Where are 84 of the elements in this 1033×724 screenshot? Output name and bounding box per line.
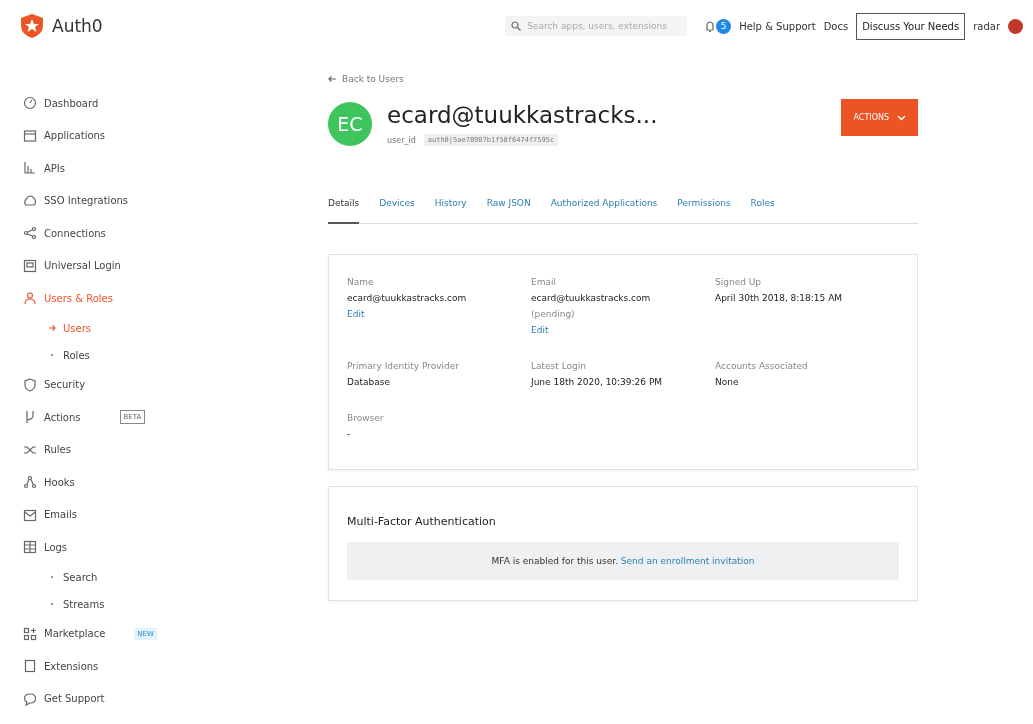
chart-icon bbox=[23, 161, 37, 176]
field-label: Primary Identity Provider bbox=[347, 361, 461, 371]
edit-link[interactable]: Edit bbox=[347, 309, 531, 319]
discuss-button[interactable]: Discuss Your Needs bbox=[856, 12, 966, 40]
field-note: (pending) bbox=[531, 309, 576, 319]
chevron-down-icon bbox=[897, 114, 906, 121]
tab[interactable]: Roles bbox=[750, 198, 775, 223]
sidebar-item[interactable]: Users & Roles bbox=[23, 282, 278, 315]
tab[interactable]: Permissions bbox=[677, 198, 731, 223]
user-id-label: user_id bbox=[387, 135, 416, 145]
dot-icon bbox=[48, 600, 56, 608]
header-link[interactable]: Docs bbox=[823, 20, 849, 32]
grid-icon bbox=[23, 626, 37, 641]
sidebar-item[interactable]: Logs bbox=[23, 531, 278, 564]
field-value: - bbox=[347, 429, 352, 439]
edit-link[interactable]: Edit bbox=[531, 325, 715, 335]
sidebar-item[interactable]: Get Support bbox=[23, 682, 278, 715]
field-label: Latest Login bbox=[531, 361, 587, 371]
dot-icon bbox=[48, 573, 56, 581]
arrow-icon bbox=[48, 324, 56, 332]
actions-label: ACTIONS bbox=[853, 113, 889, 122]
header-link[interactable]: Help & Support bbox=[739, 20, 816, 32]
cloud-icon bbox=[23, 193, 37, 208]
back-arrow-icon bbox=[328, 75, 337, 83]
tab[interactable]: Raw JSON bbox=[486, 198, 531, 223]
sidebar-item[interactable]: Applications bbox=[23, 119, 278, 152]
field-label: Email bbox=[531, 277, 557, 287]
sidebar-item[interactable]: Universal Login bbox=[23, 249, 278, 282]
nodes-icon bbox=[23, 475, 37, 490]
field-value: Database bbox=[347, 377, 391, 387]
sidebar-subitem[interactable]: Users bbox=[23, 314, 278, 342]
shield-icon bbox=[23, 377, 37, 392]
list-icon bbox=[23, 540, 37, 555]
tab[interactable]: History bbox=[434, 198, 467, 223]
field-value: ecard@tuukkastracks.com bbox=[347, 293, 468, 303]
search-field[interactable]: Search apps, users, extensions bbox=[505, 16, 688, 36]
tab[interactable]: Devices bbox=[379, 198, 415, 223]
back-link[interactable]: Back to Users bbox=[328, 74, 918, 84]
shield-star-logo bbox=[20, 13, 44, 39]
screen-icon bbox=[23, 258, 37, 273]
field-value: June 18th 2020, 10:39:26 PM bbox=[531, 377, 664, 387]
sidebar-item[interactable]: Security bbox=[23, 368, 278, 401]
field-label: Browser bbox=[347, 413, 385, 423]
user-avatar[interactable] bbox=[1008, 18, 1023, 34]
actions-button[interactable]: ACTIONS bbox=[841, 99, 918, 136]
user-avatar: EC bbox=[328, 102, 372, 146]
back-link-text[interactable]: Back to Users bbox=[342, 74, 404, 84]
person-icon bbox=[23, 291, 37, 306]
notification-count: 5 bbox=[716, 18, 732, 34]
tab[interactable]: Authorized Applications bbox=[550, 198, 658, 223]
search-icon bbox=[511, 21, 522, 31]
tenant-name[interactable]: radar bbox=[973, 20, 1000, 32]
field-label: Name bbox=[347, 277, 375, 287]
sidebar-item[interactable]: Extensions bbox=[23, 650, 278, 683]
window-icon bbox=[23, 128, 37, 143]
sidebar-item[interactable]: APIs bbox=[23, 152, 278, 185]
field-label: Signed Up bbox=[715, 277, 763, 287]
branch-icon bbox=[23, 410, 37, 425]
share-icon bbox=[23, 226, 37, 241]
sidebar-item[interactable]: Rules bbox=[23, 433, 278, 466]
tab[interactable]: Details bbox=[328, 198, 360, 224]
sidebar-item[interactable]: SSO Integrations bbox=[23, 184, 278, 217]
bell-icon bbox=[705, 19, 716, 33]
sidebar-item[interactable]: Dashboard bbox=[23, 87, 278, 120]
sidebar-subitem[interactable]: Roles bbox=[23, 341, 278, 369]
envelope-icon bbox=[23, 507, 37, 522]
brand-name: Auth0 bbox=[52, 16, 103, 36]
tablet-icon bbox=[23, 659, 37, 674]
sidebar-item[interactable]: Connections bbox=[23, 217, 278, 250]
field-value: ecard@tuukkastracks.com bbox=[531, 293, 652, 303]
dot-icon bbox=[48, 351, 56, 359]
chat-bubble-icon bbox=[23, 691, 37, 706]
field-value: None bbox=[715, 377, 740, 387]
field-label: Accounts Associated bbox=[715, 361, 809, 371]
sidebar-subitem[interactable]: Streams bbox=[23, 590, 278, 618]
sidebar-subitem[interactable]: Search bbox=[23, 563, 278, 591]
user-title: ecard@tuukkastracks... bbox=[387, 102, 659, 128]
info-message: MFA is enabled for this user. Send an enrollment invitation bbox=[490, 556, 756, 566]
enrollment-link[interactable]: Send an enrollment invitation bbox=[620, 556, 755, 566]
field-value: April 30th 2018, 8:18:15 AM bbox=[715, 293, 844, 303]
sidebar-item[interactable]: Emails bbox=[23, 498, 278, 531]
gauge-icon bbox=[23, 96, 37, 111]
section-title: Multi-Factor Authentication bbox=[347, 515, 497, 528]
sidebar-item[interactable]: Hooks bbox=[23, 466, 278, 499]
